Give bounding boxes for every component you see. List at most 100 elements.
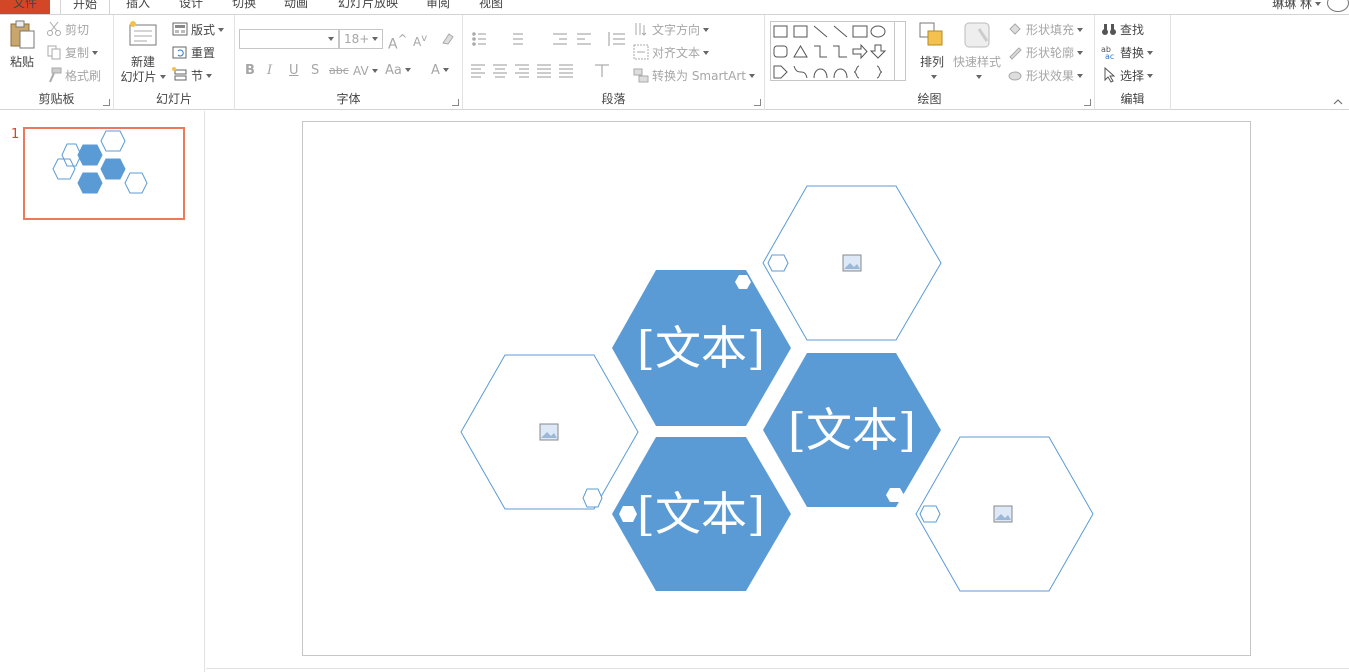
align-text-button[interactable]: 对齐文本	[633, 43, 710, 63]
char-spacing-button[interactable]: AV	[353, 61, 378, 81]
list-indent-icons[interactable]	[471, 29, 631, 49]
format-painter-button[interactable]: 格式刷	[46, 66, 101, 86]
text-direction-button[interactable]: 文字方向	[633, 20, 710, 40]
text-direction-label: 文字方向	[652, 23, 701, 37]
scissors-icon	[47, 21, 61, 36]
group-label-slides: 幻灯片	[155, 92, 192, 106]
small-hexagon-6	[919, 505, 941, 523]
picture-placeholder-icon	[842, 254, 862, 272]
shapes-gallery[interactable]	[770, 21, 906, 81]
underline-button[interactable]: U	[289, 61, 299, 81]
paste-label: 粘贴	[9, 55, 34, 69]
select-button[interactable]: 选择	[1101, 66, 1154, 86]
smartart-icon	[633, 68, 649, 83]
picture-placeholder-icon	[539, 423, 559, 441]
slide-content: [文本] [文本] [文本]	[460, 185, 1094, 592]
shape-fill-button[interactable]: 形状填充	[1007, 20, 1084, 40]
tab-animations[interactable]: 动画	[284, 0, 308, 14]
clear-formatting-icon[interactable]	[440, 31, 456, 47]
shape-outline-button[interactable]: 形状轮廓	[1007, 43, 1084, 63]
slide-edit-area[interactable]: [文本] [文本] [文本]	[206, 111, 1349, 672]
italic-button[interactable]: I	[267, 61, 272, 81]
slide-thumbnail[interactable]	[23, 127, 185, 220]
reset-label: 重置	[191, 46, 216, 60]
new-slide-label-line2: 幻灯片	[120, 70, 157, 84]
layout-button[interactable]: 版式	[172, 20, 225, 40]
binoculars-icon	[1102, 24, 1116, 35]
shrink-font-label: A	[413, 35, 422, 49]
shadow-button[interactable]: S	[311, 61, 319, 81]
tab-file[interactable]: 文件	[0, 0, 50, 14]
shapes-gallery-icons	[773, 25, 887, 79]
shape-fill-label: 形状填充	[1026, 23, 1075, 37]
slide-canvas[interactable]: [文本] [文本] [文本]	[302, 121, 1251, 656]
reset-icon	[172, 46, 187, 59]
group-editing: 查找 ab ac 替换 选择 编辑	[1095, 15, 1171, 110]
font-color-label: A	[431, 63, 440, 78]
shrink-font-button[interactable]: Av	[413, 29, 427, 49]
strikethrough-button[interactable]: abc	[329, 61, 349, 81]
tab-review[interactable]: 审阅	[426, 0, 450, 14]
copy-icon	[47, 45, 61, 60]
collapse-ribbon-icon[interactable]	[1333, 99, 1343, 105]
font-name-combo[interactable]	[239, 29, 339, 49]
reset-button[interactable]: 重置	[172, 43, 215, 63]
tab-transitions[interactable]: 切换	[232, 0, 256, 14]
feedback-smiley-icon[interactable]	[1327, 0, 1349, 12]
cut-button[interactable]: 剪切	[46, 20, 89, 40]
shape-effects-button[interactable]: 形状效果	[1007, 66, 1084, 86]
tab-home[interactable]: 开始	[60, 0, 110, 14]
replace-button[interactable]: ab ac 替换	[1101, 43, 1154, 63]
ribbon-tab-bar: 文件 开始 插入 设计 切换 动画 幻灯片放映 审阅 视图 琳琳 林	[0, 0, 1349, 14]
tab-view[interactable]: 视图	[479, 0, 503, 14]
status-divider	[206, 668, 1349, 669]
group-label-editing: 编辑	[1120, 92, 1145, 106]
tab-insert[interactable]: 插入	[126, 0, 150, 14]
change-case-button[interactable]: Aa	[385, 61, 411, 81]
layout-label: 版式	[191, 23, 216, 37]
paragraph-launcher-icon[interactable]	[754, 99, 761, 106]
group-label-paragraph: 段落	[601, 92, 626, 106]
new-slide-button[interactable]: 新建 幻灯片	[118, 19, 168, 85]
slide-thumbnail-pane: 1	[0, 111, 205, 672]
group-drawing: 排列 快速样式 形状填充 形状轮廓 形状效果 绘图	[765, 15, 1095, 110]
text-placeholder-middle-right[interactable]: [文本]	[788, 403, 916, 457]
group-paragraph: 文字方向 对齐文本 转换为 SmartArt 段落	[463, 15, 765, 110]
arrange-icon	[919, 22, 943, 46]
group-clipboard: 粘贴 剪切 复制 格式刷 剪贴板	[0, 15, 114, 110]
cursor-arrow-icon	[1104, 67, 1116, 83]
font-launcher-icon[interactable]	[452, 99, 459, 106]
grow-font-button[interactable]: A^	[388, 29, 407, 53]
format-painter-label: 格式刷	[65, 69, 102, 83]
find-label: 查找	[1120, 23, 1145, 37]
text-placeholder-top[interactable]: [文本]	[637, 321, 765, 375]
drawing-launcher-icon[interactable]	[1084, 99, 1091, 106]
paste-button[interactable]: 粘贴	[4, 19, 40, 70]
tab-slideshow[interactable]: 幻灯片放映	[338, 0, 398, 14]
group-label-clipboard: 剪贴板	[38, 92, 75, 106]
find-button[interactable]: 查找	[1101, 20, 1144, 40]
section-button[interactable]: 节	[172, 66, 213, 86]
bold-button[interactable]: B	[245, 61, 255, 81]
user-account-name[interactable]: 琳琳 林	[1272, 0, 1321, 12]
quick-styles-label: 快速样式	[952, 55, 1001, 69]
section-icon	[172, 67, 187, 81]
shapes-gallery-scroll[interactable]	[894, 22, 905, 80]
font-color-button[interactable]: A	[431, 61, 449, 81]
select-label: 选择	[1120, 69, 1145, 83]
quick-styles-button[interactable]: 快速样式	[951, 19, 1003, 85]
user-name-text: 琳琳 林	[1272, 0, 1312, 11]
copy-button[interactable]: 复制	[46, 43, 99, 63]
shape-outline-label: 形状轮廓	[1026, 46, 1075, 60]
convert-smartart-button[interactable]: 转换为 SmartArt	[633, 66, 755, 86]
tab-design[interactable]: 设计	[179, 0, 203, 14]
small-hexagon-3	[582, 488, 603, 508]
text-placeholder-bottom[interactable]: [文本]	[637, 487, 765, 541]
picture-placeholder-icon	[993, 505, 1013, 523]
arrange-button[interactable]: 排列	[912, 19, 952, 85]
alignment-icons[interactable]	[471, 61, 621, 81]
font-size-combo[interactable]: 18+	[339, 29, 383, 49]
new-slide-label-line1: 新建	[130, 55, 155, 69]
clipboard-launcher-icon[interactable]	[103, 99, 110, 106]
group-font: 18+ A^ Av B I U S abc AV Aa A 字体	[235, 15, 463, 110]
